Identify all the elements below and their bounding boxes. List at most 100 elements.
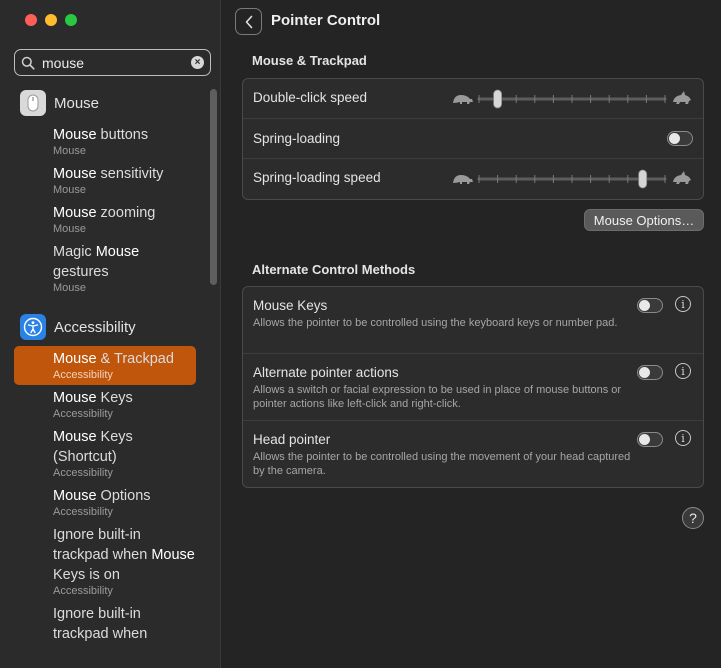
result-item[interactable]: Mouse Keys Accessibility	[0, 385, 196, 424]
head-pointer-desc: Allows the pointer to be controlled usin…	[253, 451, 631, 477]
result-item[interactable]: Mouse Options Accessibility	[0, 483, 196, 522]
result-match: Mouse	[53, 127, 97, 143]
result-text: gestures	[53, 264, 109, 280]
rabbit-icon	[673, 91, 691, 104]
result-item[interactable]: Mouse Keys (Shortcut) Accessibility	[0, 424, 196, 483]
section-title-alternate: Alternate Control Methods	[252, 262, 416, 277]
search-icon	[21, 56, 35, 70]
result-item[interactable]: Mouse sensitivity Mouse	[0, 161, 196, 200]
section-title-mouse-trackpad: Mouse & Trackpad	[252, 53, 367, 68]
result-item[interactable]: Ignore built-in trackpad when Mouse Keys…	[0, 522, 196, 601]
slider-thumb	[638, 169, 648, 189]
result-item[interactable]: Mouse buttons Mouse	[0, 122, 196, 161]
group-label: Mouse	[54, 94, 100, 112]
alternate-pointer-label: Alternate pointer actions	[253, 365, 399, 380]
alternate-pointer-row: Alternate pointer actions Allows a switc…	[243, 354, 703, 421]
result-subtitle: Mouse	[53, 184, 87, 196]
head-pointer-toggle[interactable]	[637, 432, 663, 447]
sidebar-scrollbar[interactable]	[210, 89, 217, 285]
accessibility-icon	[20, 314, 46, 340]
result-subtitle: Accessibility	[53, 369, 113, 381]
result-subtitle: Accessibility	[53, 506, 113, 518]
toggle-knob	[639, 367, 650, 378]
group-label: Accessibility	[54, 318, 136, 336]
turtle-icon	[453, 175, 473, 184]
back-button[interactable]	[235, 8, 262, 35]
result-subtitle: Mouse	[53, 282, 87, 294]
double-click-row: Double-click speed	[243, 79, 703, 119]
minimize-window-button[interactable]	[45, 14, 57, 26]
close-window-button[interactable]	[25, 14, 37, 26]
alternate-methods-panel: Mouse Keys Allows the pointer to be cont…	[242, 286, 704, 488]
alternate-pointer-desc: Allows a switch or facial expression to …	[253, 384, 622, 410]
spring-loading-label: Spring-loading	[253, 131, 341, 146]
mouse-options-button[interactable]: Mouse Options…	[584, 209, 704, 231]
result-text: sensitivity	[96, 166, 164, 182]
result-match: Mouse	[53, 429, 97, 445]
result-subtitle: Mouse	[53, 145, 87, 157]
result-text: Keys	[96, 390, 133, 406]
result-text: Ignore built-in trackpad when	[53, 527, 152, 563]
search-field[interactable]: ×	[14, 49, 211, 76]
result-match: Mouse	[53, 205, 97, 221]
mouse-keys-toggle[interactable]	[637, 298, 663, 313]
settings-window: × Mouse Mouse buttons Mouse Mouse sensit…	[0, 0, 721, 668]
rabbit-icon	[673, 171, 691, 184]
clear-search-icon[interactable]: ×	[191, 56, 204, 69]
result-group-mouse[interactable]: Mouse	[0, 84, 221, 122]
result-match: Mouse	[53, 488, 97, 504]
result-group-accessibility[interactable]: Accessibility	[0, 308, 221, 346]
spring-speed-slider[interactable]	[451, 169, 693, 189]
zoom-window-button[interactable]	[65, 14, 77, 26]
double-click-slider-track	[453, 89, 691, 109]
spring-speed-row: Spring-loading speed	[243, 159, 703, 199]
slider-thumb	[493, 89, 502, 109]
result-text: buttons	[96, 127, 149, 143]
main-pane: Pointer Control Mouse & Trackpad Double-…	[222, 0, 721, 668]
result-subtitle: Accessibility	[53, 408, 113, 420]
info-icon[interactable]: i	[675, 363, 691, 379]
result-text: Ignore built-in trackpad when	[53, 606, 148, 642]
page-title: Pointer Control	[271, 12, 381, 29]
double-click-label: Double-click speed	[253, 90, 368, 105]
result-item[interactable]: Mouse zooming Mouse	[0, 200, 196, 239]
mouse-keys-label: Mouse Keys	[253, 298, 328, 313]
head-pointer-row: Head pointer Allows the pointer to be co…	[243, 421, 703, 487]
head-pointer-label: Head pointer	[253, 432, 331, 447]
window-controls	[25, 14, 77, 26]
result-text: & Trackpad	[96, 351, 174, 367]
result-subtitle: Accessibility	[53, 585, 113, 597]
toggle-knob	[639, 434, 650, 445]
mouse-keys-desc: Allows the pointer to be controlled usin…	[253, 317, 618, 329]
search-results: Mouse Mouse buttons Mouse Mouse sensitiv…	[0, 84, 221, 668]
search-input[interactable]	[42, 54, 191, 71]
result-match: Mouse	[53, 351, 97, 367]
info-icon[interactable]: i	[675, 430, 691, 446]
result-subtitle: Mouse	[53, 223, 87, 235]
result-subtitle: Accessibility	[53, 467, 113, 479]
result-item-selected[interactable]: Mouse & Trackpad Accessibility	[14, 346, 196, 385]
result-match: Mouse	[53, 166, 97, 182]
turtle-icon	[453, 95, 473, 104]
toggle-knob	[669, 133, 680, 144]
spring-speed-slider-track	[453, 169, 691, 189]
spring-loading-row: Spring-loading	[243, 119, 703, 159]
result-item[interactable]: Ignore built-in trackpad when	[0, 601, 196, 647]
result-text: Magic	[53, 244, 96, 260]
mouse-icon	[20, 90, 46, 116]
help-button[interactable]: ?	[682, 507, 704, 529]
info-icon[interactable]: i	[675, 296, 691, 312]
result-match: Mouse	[95, 244, 140, 260]
spring-speed-label: Spring-loading speed	[253, 170, 381, 185]
result-text: Keys is on	[53, 567, 120, 583]
result-match: Mouse	[53, 390, 97, 406]
result-item[interactable]: Magic Mouse gestures Mouse	[0, 239, 196, 298]
alternate-pointer-toggle[interactable]	[637, 365, 663, 380]
chevron-left-icon	[245, 15, 252, 28]
result-match: Mouse	[151, 547, 195, 563]
double-click-slider[interactable]	[451, 89, 693, 109]
toggle-knob	[639, 300, 650, 311]
sidebar: × Mouse Mouse buttons Mouse Mouse sensit…	[0, 0, 221, 668]
mouse-trackpad-panel: Double-click speed Spring-loading Spring…	[242, 78, 704, 200]
spring-loading-toggle[interactable]	[667, 131, 693, 146]
